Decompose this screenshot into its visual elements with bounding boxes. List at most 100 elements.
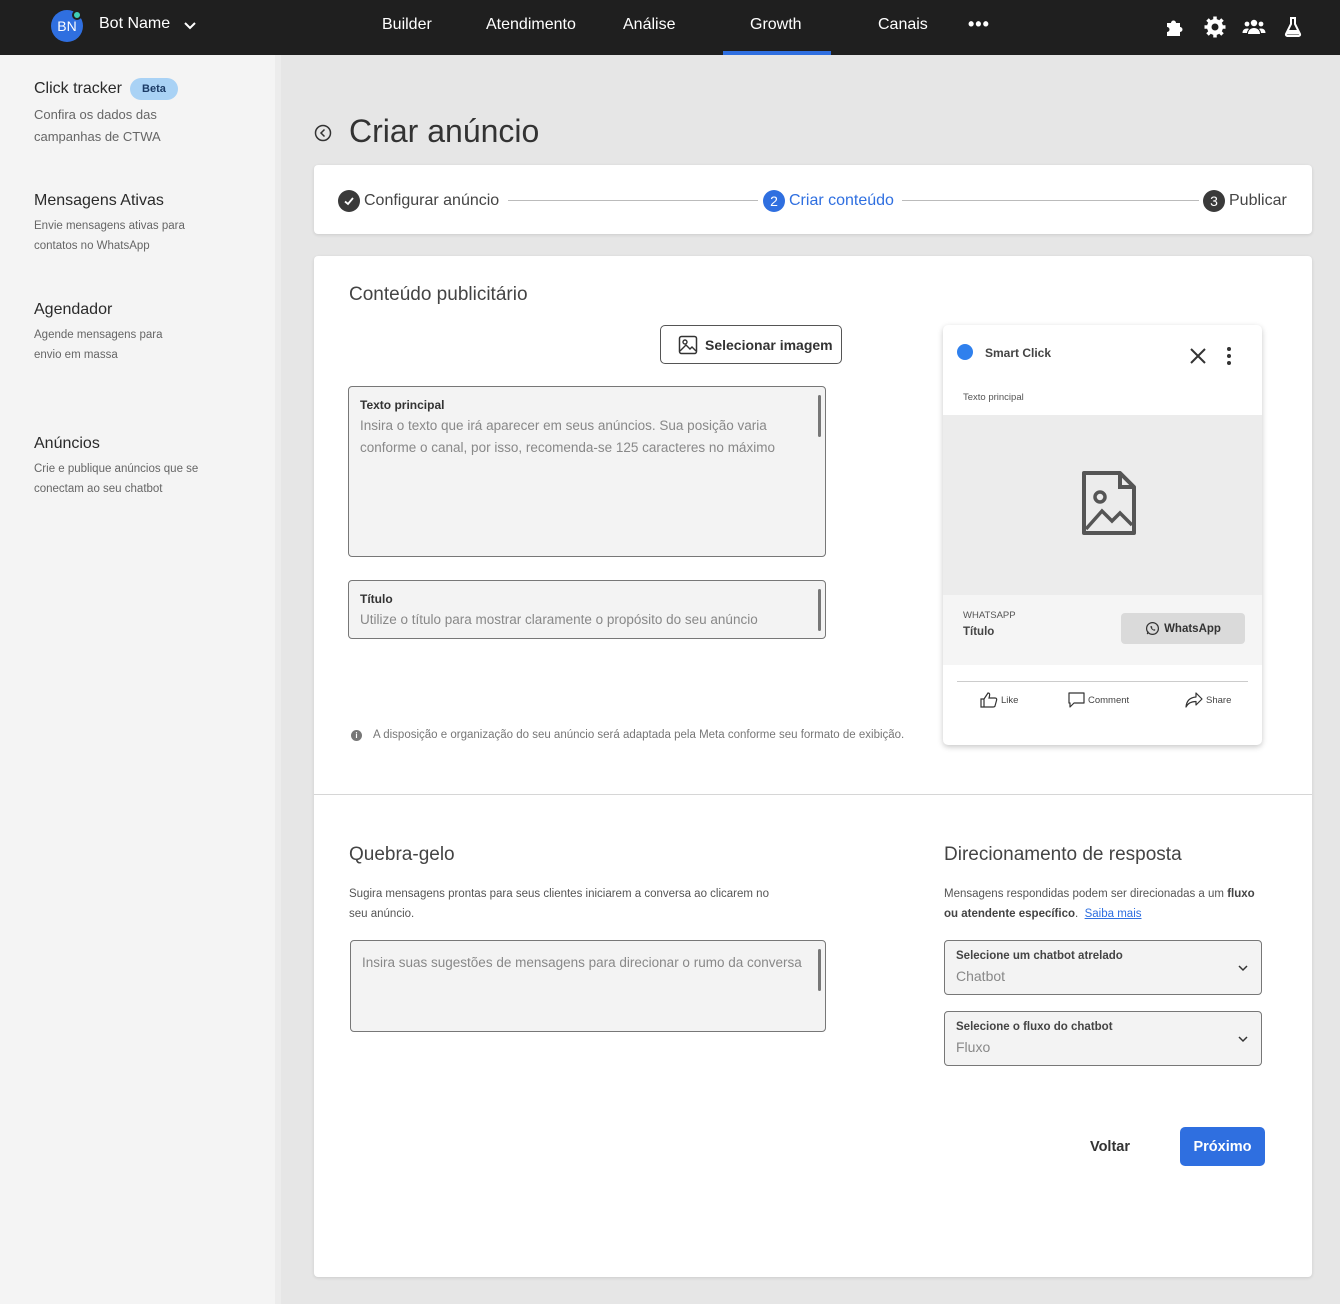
next-button[interactable]: Próximo [1180, 1127, 1265, 1166]
step-number: 2 [763, 190, 785, 212]
main-text-field[interactable]: Texto principal Insira o texto que irá a… [348, 386, 826, 557]
sidebar-item-title: Agendador [34, 301, 113, 318]
step-number: 3 [1203, 190, 1225, 212]
check-icon [338, 190, 360, 212]
scrollbar[interactable] [818, 589, 821, 631]
select-label: Selecione um chatbot atrelado [956, 950, 1123, 962]
title-field[interactable]: Título Utilize o título para mostrar cla… [348, 580, 826, 639]
info-icon: i [351, 729, 362, 741]
preview-title: Título [963, 626, 995, 638]
field-placeholder: Utilize o título para mostrar claramente… [360, 612, 758, 627]
field-label: Título [360, 592, 393, 606]
step-label: Configurar anúncio [364, 192, 500, 209]
sidebar-item-title: Click tracker [34, 80, 123, 98]
image-icon [678, 335, 698, 354]
sidebar-item-desc: Crie e publique anúncios que se conectam… [34, 463, 199, 495]
sidebar-divider [275, 55, 281, 1304]
nav-analise[interactable]: Análise [623, 16, 675, 34]
sidebar-item-agendador[interactable]: Agendador Agende mensagens para envio em… [34, 301, 184, 365]
sidebar-item-mensagens-ativas[interactable]: Mensagens Ativas Envie mensagens ativas … [34, 192, 204, 256]
routing-desc: Mensagens respondidas podem ser direcion… [944, 884, 1274, 924]
stepper: Configurar anúncio 2 Criar conteúdo 3 Pu… [314, 165, 1312, 234]
sidebar-item-title: Mensagens Ativas [34, 192, 164, 209]
learn-more-link[interactable]: Saiba mais [1085, 908, 1142, 920]
preview-footer: WHATSAPP Título WhatsApp [943, 595, 1262, 665]
comment-action[interactable]: Comment [1068, 692, 1129, 708]
step-connector [508, 200, 758, 201]
back-button[interactable]: Voltar [1079, 1127, 1141, 1166]
puzzle-icon[interactable] [1163, 15, 1187, 39]
team-icon[interactable] [1242, 15, 1266, 39]
step-label: Publicar [1229, 192, 1287, 209]
step-criar-conteudo[interactable]: 2 Criar conteúdo [763, 190, 894, 212]
share-icon [1185, 692, 1203, 708]
more-menu-icon[interactable]: ••• [968, 14, 990, 35]
section-divider [314, 794, 1312, 795]
scrollbar[interactable] [818, 395, 821, 437]
select-image-button[interactable]: Selecionar imagem [660, 325, 842, 364]
icebreaker-desc: Sugira mensagens prontas para seus clien… [349, 888, 769, 920]
flow-select[interactable]: Selecione o fluxo do chatbot Fluxo [944, 1011, 1262, 1066]
close-icon[interactable] [1188, 346, 1208, 366]
nav-growth[interactable]: Growth [750, 16, 802, 34]
beta-badge: Beta [130, 78, 178, 100]
page-title: Criar anúncio [349, 113, 540, 149]
preview-main-text: Texto principal [963, 392, 1024, 403]
icebreaker-title: Quebra-gelo [349, 844, 455, 865]
bot-name[interactable]: Bot Name [99, 15, 170, 33]
routing-desc-bold: fluxo [1227, 888, 1255, 900]
like-action[interactable]: Like [980, 692, 1018, 708]
field-placeholder: Insira suas sugestões de mensagens para … [362, 955, 802, 970]
sidebar-item-title: Anúncios [34, 435, 100, 452]
info-text: A disposição e organização do seu anúnci… [373, 729, 905, 741]
chevron-down-icon [1238, 1036, 1248, 1043]
routing-desc-prefix: Mensagens respondidas podem ser direcion… [944, 888, 1228, 900]
ad-preview: Smart Click Texto principal WHATSAPP Tít… [943, 325, 1262, 745]
select-value: Chatbot [956, 968, 1006, 984]
step-publicar[interactable]: 3 Publicar [1203, 190, 1287, 212]
back-arrow-icon[interactable] [314, 124, 332, 142]
chatbot-select[interactable]: Selecione um chatbot atrelado Chatbot [944, 940, 1262, 995]
comment-label: Comment [1088, 694, 1130, 706]
active-tab-indicator [723, 51, 831, 55]
preview-divider [957, 681, 1248, 682]
chevron-down-icon [1238, 965, 1248, 972]
whatsapp-icon [1146, 621, 1160, 636]
routing-title: Direcionamento de resposta [944, 844, 1182, 865]
like-label: Like [1001, 694, 1019, 706]
nav-atendimento[interactable]: Atendimento [486, 16, 576, 34]
share-action[interactable]: Share [1185, 692, 1231, 708]
routing-desc-dot: . [1075, 908, 1079, 920]
preview-page-name: Smart Click [985, 346, 1052, 360]
field-label: Texto principal [360, 398, 445, 412]
sidebar-item-desc: Envie mensagens ativas para contatos no … [34, 220, 185, 252]
preview-media [943, 415, 1262, 595]
comment-icon [1068, 692, 1085, 708]
sidebar-item-anuncios[interactable]: Anúncios Crie e publique anúncios que se… [34, 435, 224, 499]
chevron-down-icon[interactable] [181, 17, 199, 35]
image-placeholder-icon [1082, 471, 1136, 535]
nav-builder[interactable]: Builder [382, 16, 432, 34]
step-connector [902, 200, 1199, 201]
sidebar-item-click-tracker[interactable]: Click tracker Beta Confira os dados das c… [34, 78, 194, 148]
field-placeholder: Insira o texto que irá aparecer em seus … [360, 418, 775, 455]
flask-icon[interactable] [1281, 15, 1305, 39]
nav-canais[interactable]: Canais [878, 16, 928, 34]
gear-icon[interactable] [1203, 15, 1227, 39]
scrollbar[interactable] [818, 949, 821, 991]
cta-label: WhatsApp [1164, 622, 1221, 635]
select-value: Fluxo [956, 1039, 991, 1055]
step-label: Criar conteúdo [789, 192, 894, 209]
icebreaker-field[interactable]: Insira suas sugestões de mensagens para … [350, 940, 826, 1032]
top-navigation-bar: BN Bot Name Builder Atendimento Análise … [0, 0, 1340, 55]
whatsapp-cta-button[interactable]: WhatsApp [1121, 613, 1245, 644]
page-avatar [957, 344, 973, 360]
thumbs-up-icon [980, 692, 998, 708]
ad-content-title: Conteúdo publicitário [349, 284, 528, 305]
online-status-dot [72, 10, 82, 20]
step-configurar[interactable]: Configurar anúncio [338, 190, 499, 212]
kebab-menu-icon[interactable] [1226, 346, 1232, 366]
share-label: Share [1206, 694, 1232, 706]
select-image-label: Selecionar imagem [705, 336, 833, 353]
select-label: Selecione o fluxo do chatbot [956, 1021, 1113, 1033]
